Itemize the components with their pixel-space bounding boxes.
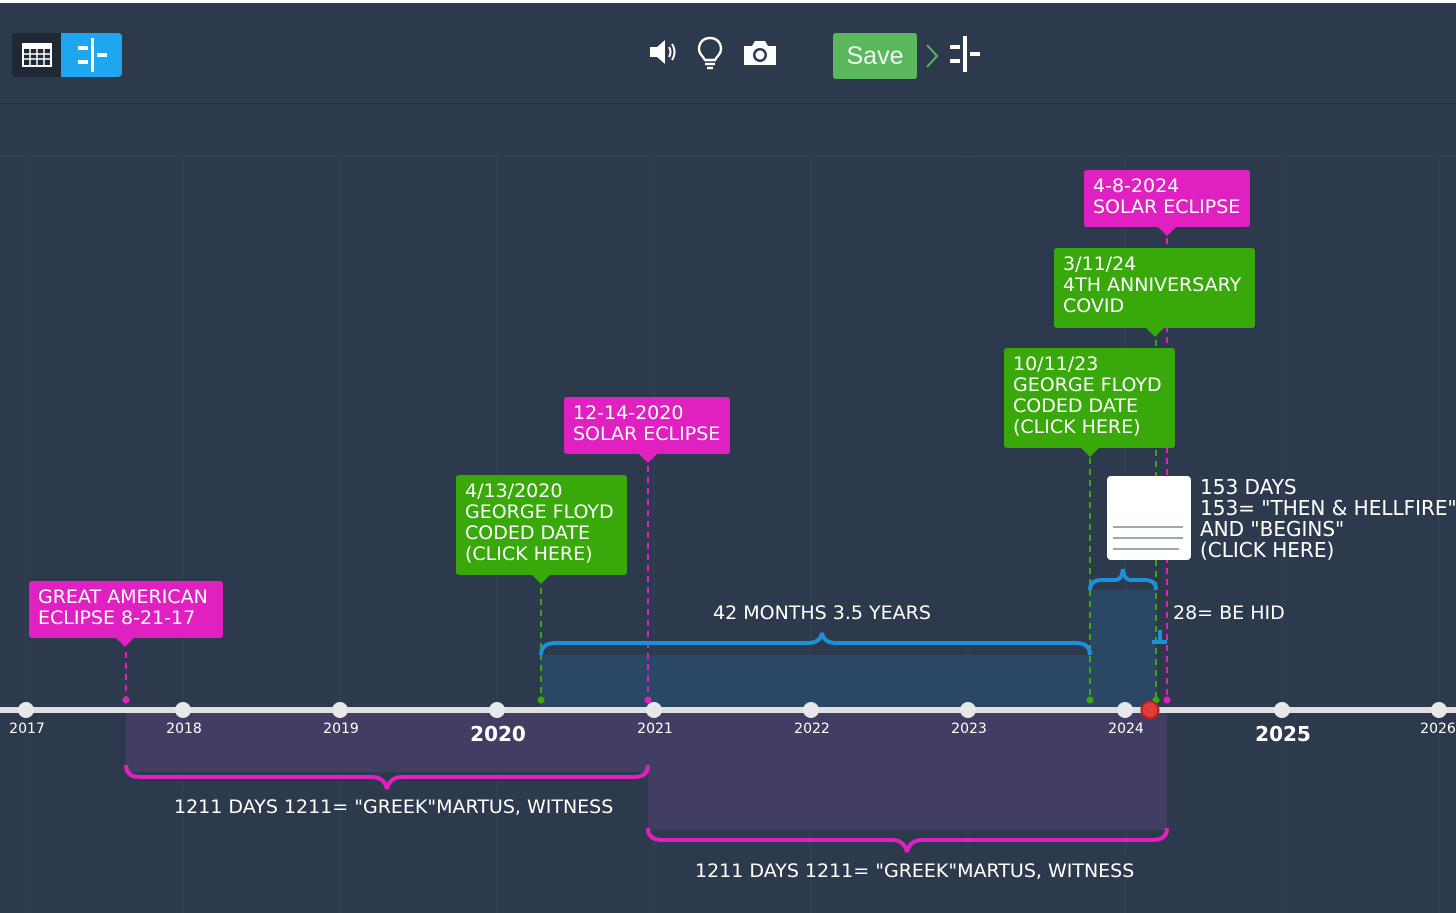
event-solar-eclipse-2020[interactable]: 12-14-2020 SOLAR ECLIPSE bbox=[564, 397, 730, 463]
event-solar-eclipse-2024[interactable]: 4-8-2024 SOLAR ECLIPSE bbox=[1084, 170, 1250, 236]
event-george-floyd-2023[interactable]: 10/11/23 GEORGE FLOYD CODED DATE (CLICK … bbox=[1004, 348, 1175, 457]
span-28-be-hid-label: 28= BE HID bbox=[1173, 602, 1285, 624]
year-label-2020: 2020 bbox=[470, 722, 526, 746]
span-153-days-thumbnail[interactable] bbox=[1107, 476, 1191, 560]
year-label-2019: 2019 bbox=[323, 721, 359, 737]
year-label-2023: 2023 bbox=[951, 721, 987, 737]
today-marker[interactable] bbox=[1140, 700, 1160, 720]
year-label-2024: 2024 bbox=[1108, 721, 1144, 737]
year-label-2021: 2021 bbox=[637, 721, 673, 737]
brace-153-days bbox=[1088, 568, 1158, 591]
year-label-2026: 2026 bbox=[1420, 721, 1456, 737]
span-1211-days-b-region[interactable] bbox=[648, 712, 1167, 830]
span-42-months-region[interactable] bbox=[541, 655, 1090, 710]
event-covid-anniversary[interactable]: 3/11/24 4TH ANNIVERSARY COVID bbox=[1054, 248, 1255, 337]
timeline-canvas bbox=[0, 157, 1456, 913]
year-label-2017: 2017 bbox=[9, 721, 45, 737]
span-1211-days-a-region[interactable] bbox=[126, 712, 648, 772]
span-1211-days-a-label: 1211 DAYS 1211= "GREEK"MARTUS, WITNESS bbox=[174, 796, 614, 818]
brace-1211-days-b bbox=[646, 827, 1169, 853]
event-george-floyd-2020[interactable]: 4/13/2020 GEORGE FLOYD CODED DATE (CLICK… bbox=[456, 475, 627, 584]
brace-42-months bbox=[539, 632, 1092, 656]
event-drop-lines bbox=[125, 238, 1168, 700]
span-1211-days-b-label: 1211 DAYS 1211= "GREEK"MARTUS, WITNESS bbox=[695, 860, 1135, 882]
year-label-2022: 2022 bbox=[794, 721, 830, 737]
year-label-2018: 2018 bbox=[166, 721, 202, 737]
event-great-american-eclipse[interactable]: GREAT AMERICAN ECLIPSE 8-21-17 bbox=[29, 581, 223, 647]
span-42-months-label: 42 MONTHS 3.5 YEARS bbox=[713, 602, 931, 624]
span-153-days-label[interactable]: 153 DAYS 153= "THEN & HELLFIRE" AND "BEG… bbox=[1200, 477, 1456, 561]
year-label-2025: 2025 bbox=[1255, 722, 1311, 746]
span-153-days-region[interactable] bbox=[1090, 590, 1156, 710]
